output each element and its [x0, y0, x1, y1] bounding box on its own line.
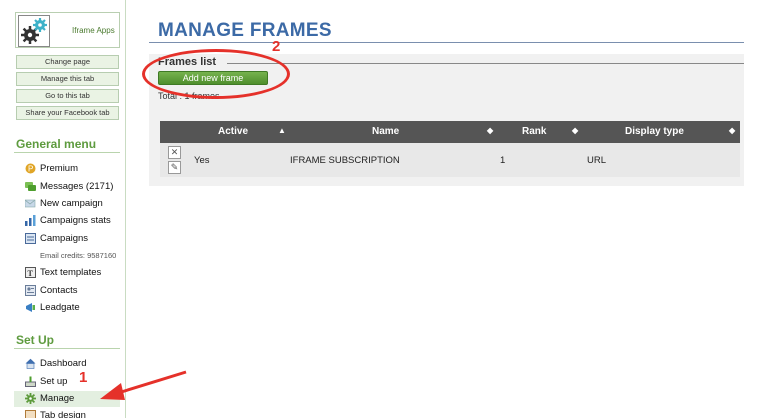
annotation-arrow-icon — [100, 370, 187, 400]
